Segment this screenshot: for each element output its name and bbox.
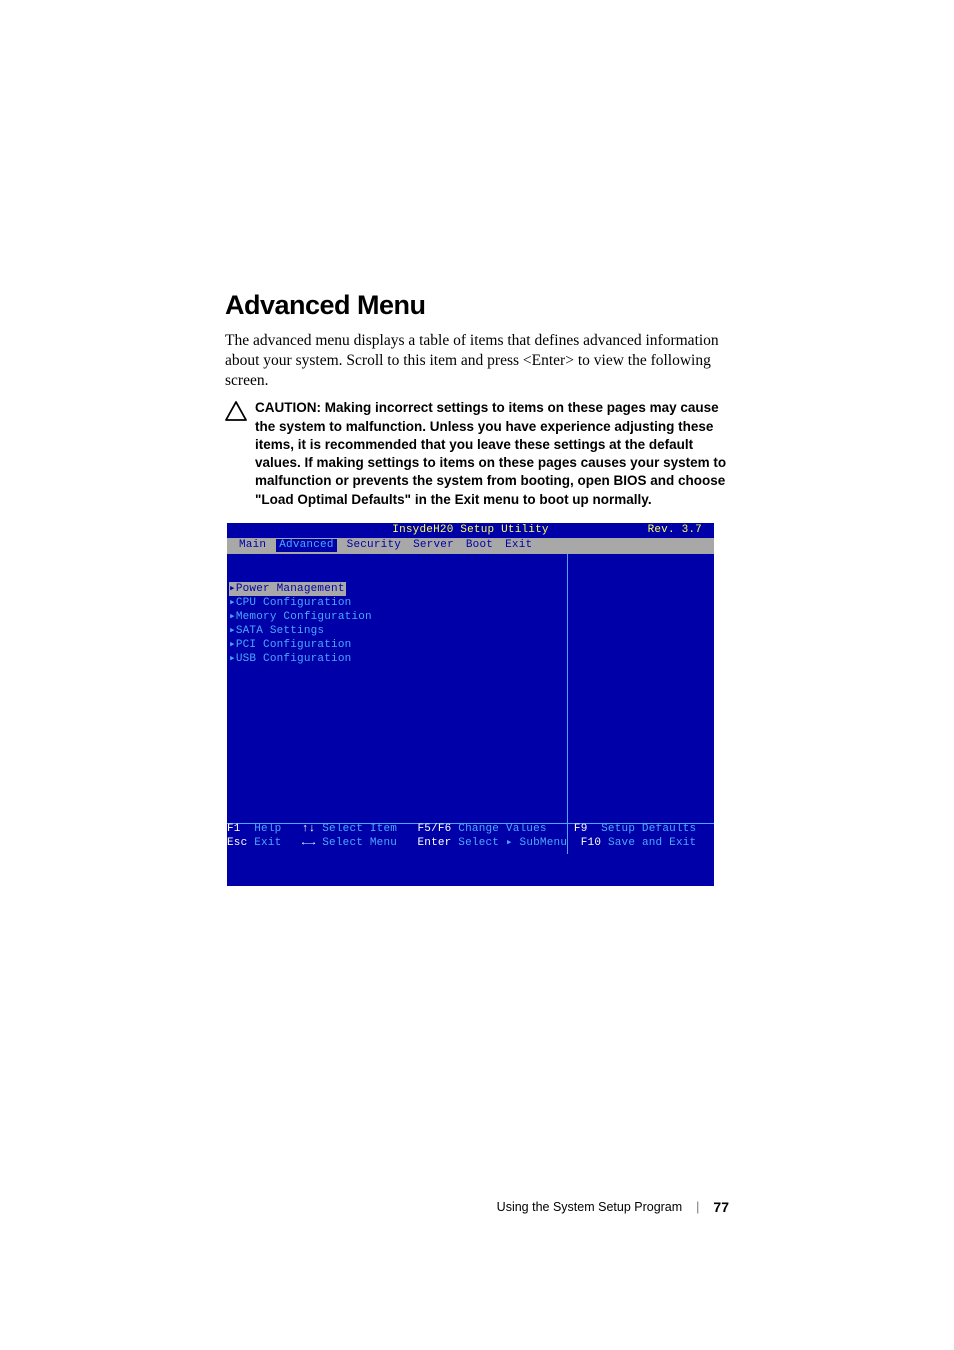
caution-text: CAUTION: Making incorrect settings to it… <box>255 399 730 508</box>
bios-tab-bar: Main Advanced Security Server Boot Exit <box>227 538 714 554</box>
bios-title: InsydeH20 Setup Utility <box>227 525 714 536</box>
bios-tab-security[interactable]: Security <box>345 540 403 551</box>
hb-lbl-help: Help <box>241 822 302 836</box>
bios-menu-memory-configuration[interactable]: ▸Memory Configuration <box>229 611 372 623</box>
bios-menu-sata-settings[interactable]: ▸SATA Settings <box>229 625 324 637</box>
bios-menu-usb-configuration[interactable]: ▸USB Configuration <box>229 653 351 665</box>
hb-key-f1: F1 <box>227 822 241 836</box>
bios-tab-exit[interactable]: Exit <box>503 540 534 551</box>
caution-label: CAUTION: <box>255 400 325 415</box>
bios-vertical-divider <box>567 554 568 854</box>
intro-paragraph: The advanced menu displays a table of it… <box>225 331 730 391</box>
hb-key-esc: Esc <box>227 836 247 850</box>
footer-section: Using the System Setup Program <box>497 1200 683 1214</box>
bios-revision: Rev. 3.7 <box>648 525 702 536</box>
bios-menu-pci-configuration[interactable]: ▸PCI Configuration <box>229 639 351 651</box>
hb-lbl-change-values: Change Values <box>451 822 573 836</box>
hb-lbl-exit: Exit <box>247 836 301 850</box>
page-footer: Using the System Setup Program | 77 <box>497 1199 729 1215</box>
hb-key-f5f6: F5/F6 <box>417 822 451 836</box>
page-heading: Advanced Menu <box>225 290 730 321</box>
bios-tab-boot[interactable]: Boot <box>464 540 495 551</box>
bios-tab-advanced[interactable]: Advanced <box>276 539 336 552</box>
hb-lbl-setup-defaults: Setup Defaults <box>588 822 697 836</box>
hb-key-f9: F9 <box>574 822 588 836</box>
bios-tab-server[interactable]: Server <box>411 540 456 551</box>
bios-tab-main[interactable]: Main <box>237 540 268 551</box>
bios-screenshot: InsydeH20 Setup Utility Rev. 3.7 Main Ad… <box>227 523 714 886</box>
bios-menu-power-management[interactable]: ▸Power Management <box>229 582 346 596</box>
hb-lbl-select-item: Select Item <box>315 822 417 836</box>
caution-block: CAUTION: Making incorrect settings to it… <box>225 399 730 508</box>
hb-key-updown: ↑↓ <box>302 822 316 836</box>
hb-lbl-save-exit: Save and Exit <box>601 836 696 850</box>
bios-help-bar: F1 Help ↑↓ Select Item F5/F6 Change Valu… <box>227 821 714 854</box>
hb-lbl-select-submenu: Select ▸ SubMenu <box>451 836 580 850</box>
caution-body: Making incorrect settings to items on th… <box>255 400 726 506</box>
footer-separator: | <box>696 1200 699 1214</box>
bios-menu-list: ▸Power Management ▸CPU Configuration ▸Me… <box>229 582 372 666</box>
footer-page-number: 77 <box>713 1199 729 1215</box>
bios-menu-cpu-configuration[interactable]: ▸CPU Configuration <box>229 597 351 609</box>
caution-triangle-icon <box>225 401 247 426</box>
hb-key-enter: Enter <box>417 836 451 850</box>
hb-key-f10: F10 <box>581 836 601 850</box>
hb-lbl-select-menu: Select Menu <box>315 836 417 850</box>
hb-key-leftright: ←→ <box>302 836 316 850</box>
